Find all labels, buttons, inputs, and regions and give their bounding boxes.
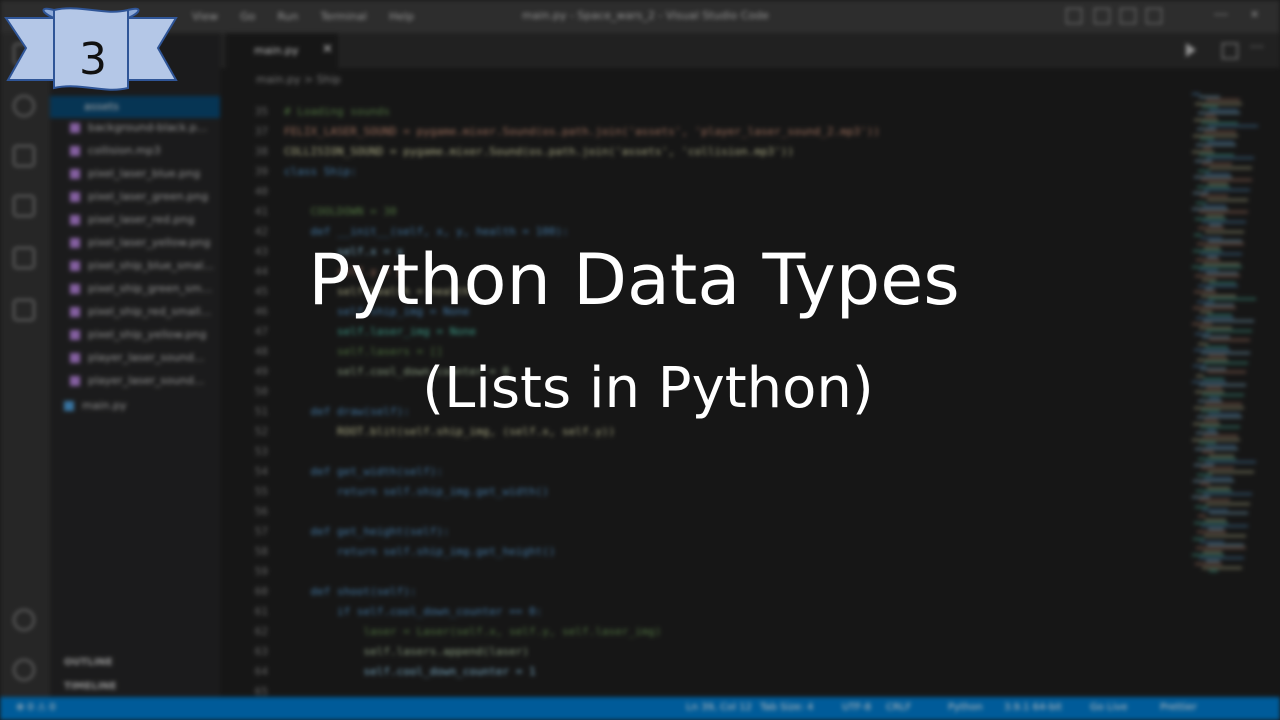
video-title: Python Data Types	[308, 239, 960, 321]
episode-badge: 3	[0, 0, 180, 100]
video-subtitle: (Lists in Python)	[422, 356, 874, 421]
episode-number: 3	[79, 34, 107, 85]
